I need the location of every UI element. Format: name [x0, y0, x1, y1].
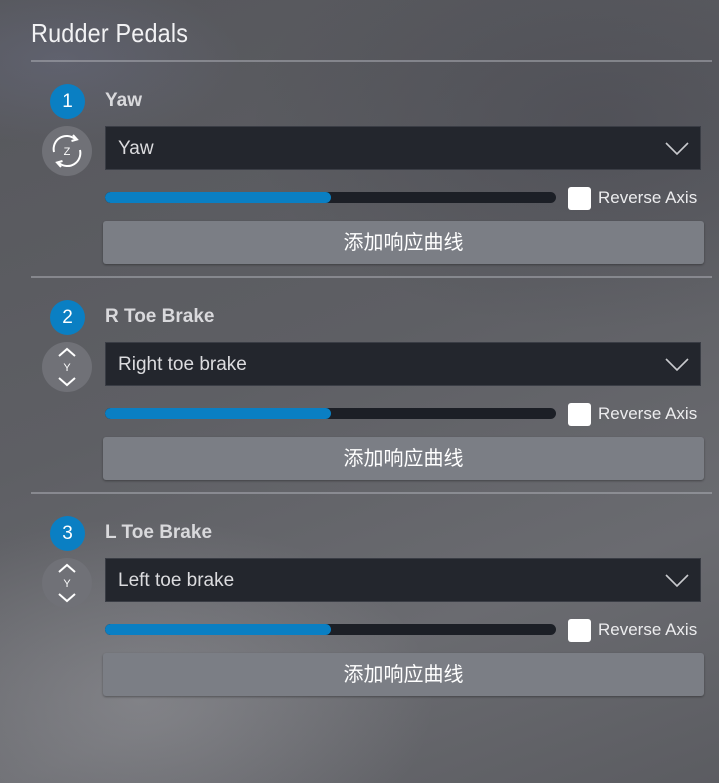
reverse-axis-label: Reverse Axis	[598, 404, 698, 423]
updown-y-icon: Y	[42, 558, 92, 608]
updown-y-icon: Y	[42, 342, 92, 392]
chevron-down-icon	[665, 358, 689, 372]
axis-section-right-toe-brake: 2 R Toe Brake Y Right toe brake Reverse …	[0, 300, 719, 500]
axis-number-badge: 1	[50, 84, 85, 119]
axis-level-fill	[105, 192, 331, 203]
axis-assignment-dropdown[interactable]: Right toe brake	[105, 342, 701, 386]
axis-label: L Toe Brake	[105, 522, 213, 543]
reverse-axis-checkbox[interactable]	[568, 187, 591, 210]
axis-assignment-dropdown[interactable]: Left toe brake	[105, 558, 701, 602]
chevron-down-icon	[665, 574, 689, 588]
axis-level-bar	[105, 624, 556, 635]
axis-section-left-toe-brake: 3 L Toe Brake Y Left toe brake Reverse A…	[0, 516, 719, 716]
axis-assignment-dropdown[interactable]: Yaw	[105, 126, 701, 170]
divider	[31, 492, 712, 494]
axis-section-yaw: 1 Yaw Z Yaw Reverse Axis 添加响应曲线	[0, 84, 719, 284]
reverse-axis-label: Reverse Axis	[598, 188, 698, 207]
add-response-curve-button[interactable]: 添加响应曲线	[103, 437, 704, 480]
axis-level-fill	[105, 408, 331, 419]
dropdown-value: Left toe brake	[118, 570, 235, 591]
axis-letter: Y	[63, 362, 71, 374]
axis-number-badge: 3	[50, 516, 85, 551]
axis-letter: Y	[63, 578, 71, 590]
panel-title: Rudder Pedals	[31, 18, 189, 48]
reverse-axis-checkbox[interactable]	[568, 403, 591, 426]
axis-label: Yaw	[105, 90, 142, 111]
add-response-curve-button[interactable]: 添加响应曲线	[103, 653, 704, 696]
axis-number-badge: 2	[50, 300, 85, 335]
axis-level-bar	[105, 192, 556, 203]
add-response-curve-button[interactable]: 添加响应曲线	[103, 221, 704, 264]
reverse-axis-checkbox[interactable]	[568, 619, 591, 642]
divider	[31, 276, 712, 278]
chevron-down-icon	[665, 142, 689, 156]
rotate-z-icon: Z	[42, 126, 92, 176]
divider	[31, 60, 712, 62]
axis-level-bar	[105, 408, 556, 419]
axis-level-fill	[105, 624, 331, 635]
dropdown-value: Right toe brake	[118, 354, 247, 375]
axis-letter: Z	[64, 146, 71, 158]
reverse-axis-label: Reverse Axis	[598, 620, 698, 639]
dropdown-value: Yaw	[118, 138, 154, 159]
axis-label: R Toe Brake	[105, 306, 215, 327]
